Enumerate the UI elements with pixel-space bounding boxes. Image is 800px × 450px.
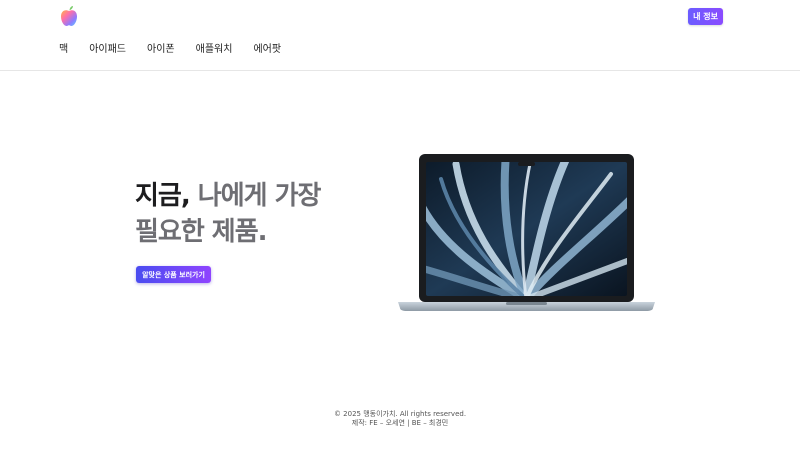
nav-item-iphone[interactable]: 아이폰 xyxy=(147,43,175,57)
hero-title: 지금, 나에게 가장 필요한 제품. xyxy=(135,178,322,250)
my-info-button[interactable]: 내 정보 xyxy=(688,8,723,25)
site-header: 내 정보 맥 아이패드 아이폰 애플워치 에어팟 xyxy=(0,0,800,71)
footer-credits: 제작: FE – 오세연 | BE – 최경민 xyxy=(351,419,449,427)
nav-item-ipad[interactable]: 아이패드 xyxy=(89,43,126,57)
nav-item-airpods[interactable]: 에어팟 xyxy=(253,43,281,57)
hero-title-emphasis: 지금, xyxy=(135,181,191,211)
apple-logo-icon[interactable] xyxy=(59,5,79,27)
nav-item-mac[interactable]: 맥 xyxy=(59,43,68,57)
nav-item-apple-watch[interactable]: 애플워치 xyxy=(196,43,233,57)
site-footer: © 2025 맹동이가치. All rights reserved. 제작: F… xyxy=(0,410,800,428)
main-nav: 맥 아이패드 아이폰 애플워치 에어팟 xyxy=(59,43,281,57)
hero-title-line-1: 지금, 나에게 가장 xyxy=(135,178,322,214)
hero-title-rest: 나에게 가장 xyxy=(189,181,322,211)
browse-products-button[interactable]: 알맞은 상품 보러가기 xyxy=(136,266,211,283)
hero-title-line-2: 필요한 제품. xyxy=(135,217,268,247)
macbook-air-image xyxy=(398,154,655,311)
footer-copyright: © 2025 맹동이가치. All rights reserved. xyxy=(333,410,467,418)
